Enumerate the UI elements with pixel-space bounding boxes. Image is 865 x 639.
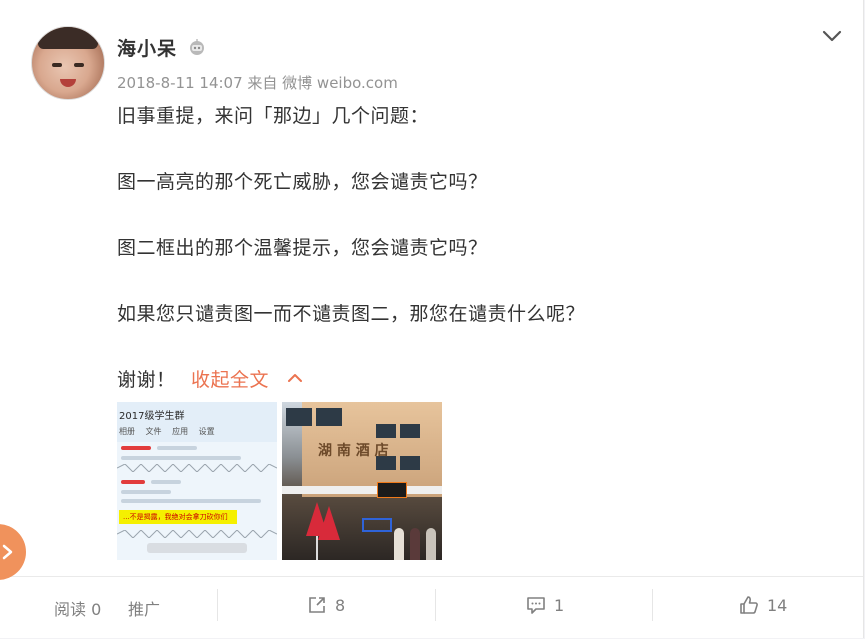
chat-input-bar xyxy=(147,543,247,553)
author-name[interactable]: 海小呆 xyxy=(117,34,177,61)
avatar-hair xyxy=(38,27,98,49)
post-text-line: 旧事重提，来问「那边」几个问题： xyxy=(117,105,430,127)
post-meta: 2018-8-11 14:07 来自 微博 weibo.com xyxy=(117,74,398,92)
avatar-eye xyxy=(74,63,84,67)
torn-edge xyxy=(117,464,277,472)
post-text-line: 图二框出的那个温馨提示，您会谴责它吗？ xyxy=(117,237,488,259)
chat-line xyxy=(121,490,171,494)
read-count: 阅读 0 xyxy=(54,600,102,619)
thumbs-up-icon[interactable] xyxy=(738,594,760,616)
umbrella-pole xyxy=(316,536,318,560)
share-count[interactable]: 8 xyxy=(335,596,345,615)
chat-line xyxy=(151,480,181,484)
window xyxy=(400,456,420,470)
post-image-storefront-photo[interactable]: 湖 南 酒 店 xyxy=(282,402,442,560)
comment-count[interactable]: 1 xyxy=(554,596,564,615)
divider xyxy=(217,589,218,621)
post-image-chat-screenshot[interactable]: 2017级学生群 相册 文件 应用 设置 ...不是揭露，我绝对会拿刀砍你们 xyxy=(117,402,277,560)
post-text-line: 谢谢！ xyxy=(117,369,176,391)
chevron-up-icon[interactable] xyxy=(286,369,304,387)
person xyxy=(426,528,436,560)
highlight-box xyxy=(362,518,392,532)
chevron-down-icon[interactable] xyxy=(820,24,844,48)
highlighted-message-text: ...不是揭露，我绝对会拿刀砍你们 xyxy=(123,513,228,521)
chat-line xyxy=(121,499,261,503)
divider xyxy=(652,589,653,621)
led-sign xyxy=(377,482,407,498)
promote-button[interactable]: 推广 xyxy=(128,596,160,620)
weibo-post-card: 海小呆 2018-8-11 14:07 来自 微博 weibo.com 旧事重提… xyxy=(0,0,864,638)
expand-arrow-icon xyxy=(2,544,13,560)
red-umbrella xyxy=(318,506,340,540)
share-icon[interactable] xyxy=(306,594,328,616)
hotel-sign: 湖 南 酒 店 xyxy=(318,443,389,459)
robot-badge-icon xyxy=(190,39,204,55)
window xyxy=(316,408,342,426)
chat-menu: 相册 文件 应用 设置 xyxy=(119,427,215,436)
window xyxy=(376,424,396,438)
redacted-name xyxy=(121,480,145,484)
window xyxy=(286,408,312,426)
action-bar: 阅读 0 推广 8 1 14 xyxy=(0,576,863,638)
chat-line xyxy=(157,446,197,450)
divider xyxy=(435,589,436,621)
chat-line xyxy=(121,456,241,460)
torn-edge xyxy=(117,530,277,538)
comment-icon[interactable] xyxy=(525,594,547,616)
collapse-full-text-link[interactable]: 收起全文 xyxy=(191,365,269,392)
redacted-name xyxy=(121,446,151,450)
avatar[interactable] xyxy=(31,26,105,100)
post-text-line: 如果您只谴责图一而不谴责图二，那您在谴责什么呢？ xyxy=(117,303,586,325)
awning xyxy=(282,486,442,494)
avatar-mouth xyxy=(60,79,76,87)
like-count[interactable]: 14 xyxy=(767,596,787,615)
person xyxy=(410,528,420,560)
avatar-eye xyxy=(52,63,62,67)
chat-group-title: 2017级学生群 xyxy=(119,411,185,422)
person xyxy=(394,528,404,560)
post-text-line: 图一高亮的那个死亡威胁，您会谴责它吗？ xyxy=(117,171,488,193)
window xyxy=(400,424,420,438)
